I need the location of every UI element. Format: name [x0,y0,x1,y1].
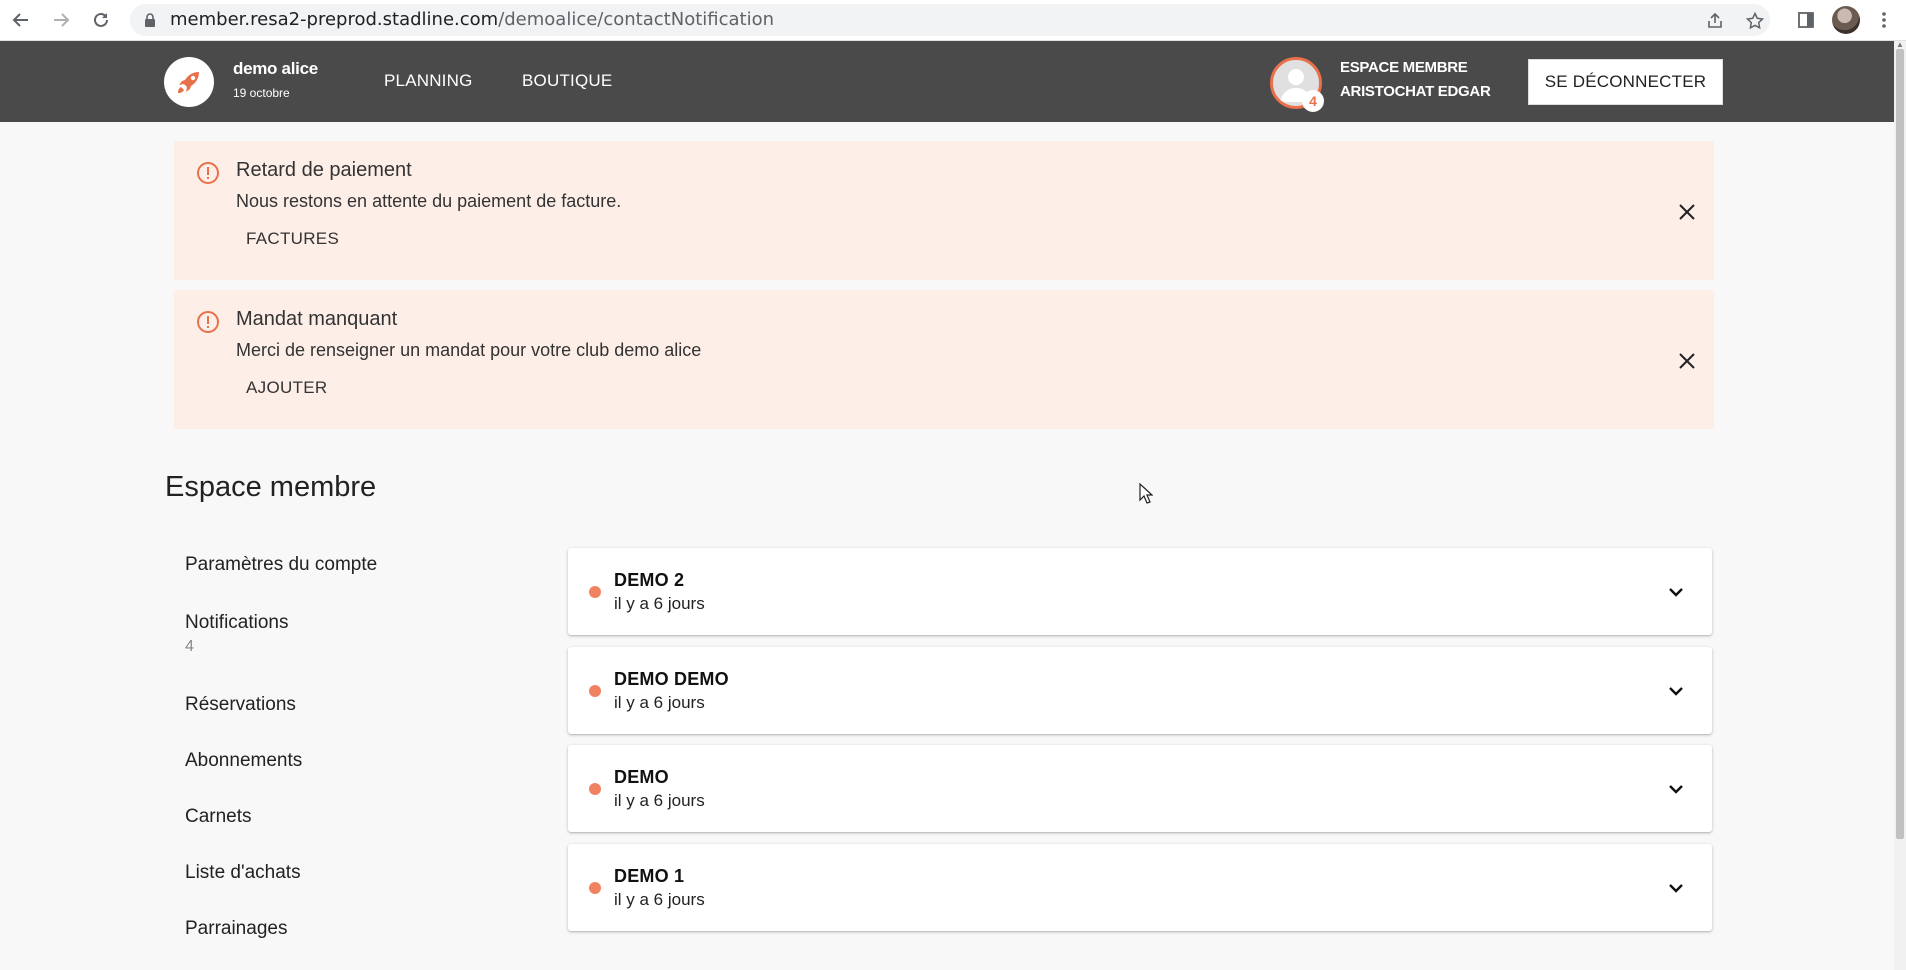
rocket-icon [178,72,199,93]
notification-title: DEMO DEMO [614,669,729,689]
notification-card[interactable]: DEMO 2 il y a 6 jours [568,548,1712,635]
mouse-pointer-icon [1139,482,1154,510]
member-space-label[interactable]: ESPACE MEMBRE [1340,59,1468,76]
notification-title: DEMO 2 [614,570,685,590]
unread-dot [589,783,601,795]
notification-title: DEMO [614,767,669,787]
unread-dot [589,586,601,598]
club-date: 19 octobre [233,86,290,100]
nav-planning[interactable]: PLANNING [384,71,473,91]
sidebar-item-notifications[interactable]: Notifications [185,612,289,634]
sidebar-item-reservations[interactable]: Réservations [185,694,296,716]
club-name: demo alice [233,59,318,78]
close-icon[interactable] [1676,350,1698,372]
sidebar-item-purchase-list[interactable]: Liste d'achats [185,862,301,884]
alert-payment-delay: Retard de paiement Nous restons en atten… [174,141,1714,280]
chevron-down-icon[interactable] [1664,580,1688,604]
notification-card[interactable]: DEMO il y a 6 jours [568,745,1712,832]
alert-title: Mandat manquant [236,308,398,330]
logout-button[interactable]: SE DÉCONNECTER [1528,59,1723,105]
notification-time: il y a 6 jours [614,594,705,613]
notification-title: DEMO 1 [614,866,685,886]
profile-photo [1832,6,1860,34]
page-scrollbar[interactable]: ▲ [1894,41,1906,970]
close-icon[interactable] [1676,201,1698,223]
address-bar[interactable]: member.resa2-preprod.stadline.com/demoal… [130,4,1770,36]
share-icon[interactable] [1704,10,1726,32]
forward-icon[interactable] [47,6,75,34]
notification-time: il y a 6 jours [614,890,705,909]
alert-message: Nous restons en attente du paiement de f… [236,191,622,211]
member-name[interactable]: ARISTOCHAT EDGAR [1340,83,1491,100]
notification-time: il y a 6 jours [614,693,705,712]
chevron-down-icon[interactable] [1664,876,1688,900]
url-path: /demoalice/contactNotification [498,9,775,30]
page-title: Espace membre [165,471,377,503]
back-icon[interactable] [7,6,35,34]
nav-boutique[interactable]: BOUTIQUE [522,71,612,91]
site-header: demo alice 19 octobre PLANNING BOUTIQUE … [0,41,1894,122]
chevron-down-icon[interactable] [1664,777,1688,801]
browser-menu-icon[interactable] [1870,6,1898,34]
side-panel-icon[interactable] [1792,6,1820,34]
alert-message: Merci de renseigner un mandat pour votre… [236,340,702,360]
notification-time: il y a 6 jours [614,791,705,810]
unread-dot [589,882,601,894]
url-host: member.resa2-preprod.stadline.com [170,9,499,30]
warning-circle-icon [196,310,220,334]
warning-circle-icon [196,161,220,185]
profile-avatar[interactable] [1832,6,1860,34]
invoices-button[interactable]: FACTURES [246,229,339,249]
notification-card[interactable]: DEMO 1 il y a 6 jours [568,844,1712,931]
sidebar-item-booklets[interactable]: Carnets [185,806,252,828]
alert-missing-mandate: Mandat manquant Merci de renseigner un m… [174,290,1714,429]
club-logo[interactable] [164,57,214,107]
alert-title: Retard de paiement [236,159,412,181]
sidebar-item-subscriptions[interactable]: Abonnements [185,750,302,772]
browser-toolbar: member.resa2-preprod.stadline.com/demoal… [0,0,1906,41]
sidebar-item-referrals[interactable]: Parrainages [185,918,287,940]
chevron-down-icon[interactable] [1664,679,1688,703]
scroll-thumb[interactable] [1896,49,1904,839]
url-text: member.resa2-preprod.stadline.com/demoal… [170,4,774,36]
bookmark-star-icon[interactable] [1744,10,1766,32]
reload-icon[interactable] [87,6,115,34]
sidebar-item-account-settings[interactable]: Paramètres du compte [185,554,377,576]
notifications-count: 4 [185,638,194,655]
notification-badge: 4 [1302,90,1324,112]
scroll-up-arrow-icon[interactable]: ▲ [1896,41,1904,49]
add-mandate-button[interactable]: AJOUTER [246,378,327,398]
lock-icon [144,13,156,32]
notification-card[interactable]: DEMO DEMO il y a 6 jours [568,647,1712,734]
unread-dot [589,685,601,697]
